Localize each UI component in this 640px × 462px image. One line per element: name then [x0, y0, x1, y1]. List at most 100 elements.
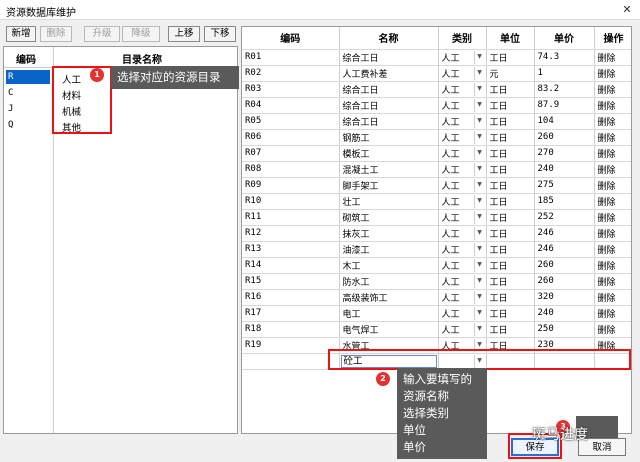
delete-row-link[interactable]: 删除 [594, 145, 631, 162]
resource-unit-cell-text: 工日 [489, 229, 508, 240]
delete-row-link[interactable]: 删除 [594, 305, 631, 322]
delete-row-link[interactable]: 删除 [594, 65, 631, 82]
table-row[interactable]: R17 电工 人工 ▼ 工日 240 删除 [242, 305, 631, 322]
resource-category-cell[interactable]: 人工 ▼ [438, 161, 487, 178]
delete-row-link[interactable]: 删除 [594, 81, 631, 98]
column-header-unit: 单位 [486, 27, 535, 50]
dropdown-arrow-icon[interactable]: ▼ [473, 178, 485, 192]
delete-row-link[interactable]: 删除 [594, 193, 631, 210]
delete-row-link[interactable]: 删除 [594, 177, 631, 194]
directory-row-other[interactable]: Q 其他 [4, 117, 237, 134]
resource-price-cell-text: 260 [537, 132, 554, 142]
delete-row-link[interactable]: 删除 [594, 289, 631, 306]
downgrade-button[interactable]: 降级 [122, 26, 160, 42]
table-row[interactable]: R08 混凝土工 人工 ▼ 工日 240 删除 [242, 161, 631, 178]
table-row[interactable]: R04 综合工日 人工 ▼ 工日 87.9 删除 [242, 97, 631, 114]
resource-category-cell[interactable]: 人工 ▼ [438, 65, 487, 82]
resource-category-cell[interactable]: 人工 ▼ [438, 305, 487, 322]
delete-row-link[interactable]: 删除 [594, 97, 631, 114]
resource-name-cell: 木工 [339, 257, 439, 274]
resource-code-cell-text: R08 [245, 164, 262, 174]
dropdown-arrow-icon[interactable]: ▼ [473, 322, 485, 336]
dropdown-arrow-icon[interactable]: ▼ [473, 98, 485, 112]
resource-name-cell: 人工费补差 [339, 65, 439, 82]
table-row[interactable]: R05 综合工日 人工 ▼ 工日 104 删除 [242, 113, 631, 130]
resource-category-cell[interactable]: 人工 ▼ [438, 289, 487, 306]
move-up-button[interactable]: 上移 [168, 26, 200, 42]
resource-category-cell[interactable]: 人工 ▼ [438, 177, 487, 194]
resource-category-cell[interactable]: 人工 ▼ [438, 273, 487, 290]
dropdown-arrow-icon[interactable]: ▼ [473, 274, 485, 288]
resource-category-cell[interactable]: 人工 ▼ [438, 81, 487, 98]
delete-row-link[interactable]: 删除 [594, 161, 631, 178]
close-icon[interactable]: ✕ [618, 1, 636, 18]
table-row[interactable]: R02 人工费补差 人工 ▼ 元 1 删除 [242, 65, 631, 82]
table-row[interactable]: R14 木工 人工 ▼ 工日 260 删除 [242, 257, 631, 274]
delete-row-link[interactable]: 删除 [594, 273, 631, 290]
resource-name-cell: 防水工 [339, 273, 439, 290]
delete-row-link[interactable]: 删除 [594, 241, 631, 258]
delete-row-link[interactable]: 删除 [594, 257, 631, 274]
resource-price-cell-text: 320 [537, 292, 554, 302]
resource-category-cell-text: 人工 [441, 181, 460, 192]
delete-row-link[interactable]: 删除 [594, 113, 631, 130]
delete-row-link[interactable]: 删除 [594, 129, 631, 146]
delete-row-link[interactable]: 删除 [594, 209, 631, 226]
resource-name-cell: 高级装饰工 [339, 289, 439, 306]
resource-category-cell[interactable]: 人工 ▼ [438, 193, 487, 210]
resource-category-cell[interactable]: 人工 ▼ [438, 49, 487, 66]
table-row[interactable]: R07 模板工 人工 ▼ 工日 270 删除 [242, 145, 631, 162]
table-row[interactable]: R09 脚手架工 人工 ▼ 工日 275 删除 [242, 177, 631, 194]
resource-category-cell[interactable]: 人工 ▼ [438, 241, 487, 258]
table-row[interactable]: R12 抹灰工 人工 ▼ 工日 246 删除 [242, 225, 631, 242]
table-row[interactable]: R15 防水工 人工 ▼ 工日 260 删除 [242, 273, 631, 290]
table-row[interactable]: R06 钢筋工 人工 ▼ 工日 260 删除 [242, 129, 631, 146]
resource-category-cell[interactable]: 人工 ▼ [438, 113, 487, 130]
table-row[interactable]: R18 电气焊工 人工 ▼ 工日 250 删除 [242, 321, 631, 338]
dropdown-arrow-icon[interactable]: ▼ [473, 194, 485, 208]
dropdown-arrow-icon[interactable]: ▼ [473, 130, 485, 144]
new-code-cell[interactable] [242, 353, 340, 370]
dropdown-arrow-icon[interactable]: ▼ [473, 306, 485, 320]
table-row[interactable]: R11 砌筑工 人工 ▼ 工日 252 删除 [242, 209, 631, 226]
dropdown-arrow-icon[interactable]: ▼ [473, 66, 485, 80]
resource-category-cell[interactable]: 人工 ▼ [438, 129, 487, 146]
add-button[interactable]: 新增 [6, 26, 36, 42]
dropdown-arrow-icon[interactable]: ▼ [473, 242, 485, 256]
table-row[interactable]: R10 壮工 人工 ▼ 工日 185 删除 [242, 193, 631, 210]
dropdown-arrow-icon[interactable]: ▼ [473, 114, 485, 128]
delete-row-link[interactable]: 删除 [594, 49, 631, 66]
delete-row-link[interactable]: 删除 [594, 321, 631, 338]
dropdown-arrow-icon[interactable]: ▼ [473, 162, 485, 176]
delete-button[interactable]: 删除 [40, 26, 72, 42]
directory-name-header: 目录名称 [122, 55, 162, 66]
dropdown-arrow-icon[interactable]: ▼ [473, 50, 485, 64]
table-row[interactable]: R03 综合工日 人工 ▼ 工日 83.2 删除 [242, 81, 631, 98]
dropdown-arrow-icon[interactable]: ▼ [473, 258, 485, 272]
table-row[interactable]: R16 高级装饰工 人工 ▼ 工日 320 删除 [242, 289, 631, 306]
resource-category-cell[interactable]: 人工 ▼ [438, 321, 487, 338]
table-row[interactable]: R01 综合工日 人工 ▼ 工日 74.3 删除 [242, 49, 631, 66]
resource-name-cell-text: 钢筋工 [342, 133, 370, 144]
delete-row-link-text: 删除 [597, 85, 616, 96]
resource-category-cell[interactable]: 人工 ▼ [438, 209, 487, 226]
resource-category-cell[interactable]: 人工 ▼ [438, 257, 487, 274]
directory-row-machinery[interactable]: J 机械 [4, 101, 237, 118]
move-down-button[interactable]: 下移 [204, 26, 236, 42]
resource-category-cell[interactable]: 人工 ▼ [438, 97, 487, 114]
dropdown-arrow-icon[interactable]: ▼ [473, 146, 485, 160]
resource-price-cell-text: 74.3 [537, 52, 560, 62]
dropdown-arrow-icon[interactable]: ▼ [473, 290, 485, 304]
delete-row-link[interactable]: 删除 [594, 225, 631, 242]
table-row[interactable]: R13 油漆工 人工 ▼ 工日 246 删除 [242, 241, 631, 258]
dropdown-arrow-icon[interactable]: ▼ [473, 210, 485, 224]
resource-category-cell[interactable]: 人工 ▼ [438, 145, 487, 162]
resource-name-cell: 综合工日 [339, 81, 439, 98]
resource-price-cell: 270 [534, 145, 595, 162]
resource-category-cell[interactable]: 人工 ▼ [438, 225, 487, 242]
resource-unit-cell-text: 工日 [489, 149, 508, 160]
dropdown-arrow-icon[interactable]: ▼ [473, 226, 485, 240]
dropdown-arrow-icon[interactable]: ▼ [473, 82, 485, 96]
resource-name-cell: 抹灰工 [339, 225, 439, 242]
upgrade-button[interactable]: 升级 [84, 26, 120, 42]
